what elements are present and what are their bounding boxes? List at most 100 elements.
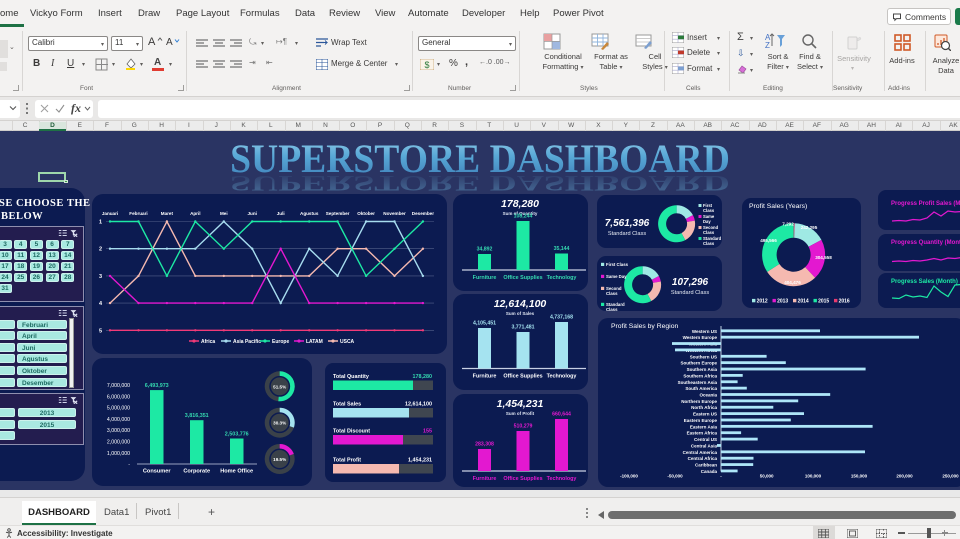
svg-text:2016: 2016 bbox=[839, 299, 850, 305]
svg-text:$: $ bbox=[424, 60, 429, 70]
svg-text:Western US: Western US bbox=[692, 329, 717, 334]
svg-text:Z: Z bbox=[765, 41, 770, 49]
svg-text:Southern Africa: Southern Africa bbox=[683, 373, 717, 378]
svg-text:51.5%: 51.5% bbox=[273, 384, 286, 389]
svg-text:Central Asia: Central Asia bbox=[691, 443, 718, 448]
svg-text:Technology: Technology bbox=[547, 476, 577, 482]
svg-text:2014: 2014 bbox=[798, 299, 809, 305]
svg-text:September: September bbox=[326, 211, 350, 216]
svg-text:4,737,168: 4,737,168 bbox=[550, 315, 573, 321]
svg-text:Total Quantity: Total Quantity bbox=[333, 374, 369, 380]
svg-text:3,771,481: 3,771,481 bbox=[511, 325, 534, 331]
svg-text:2012: 2012 bbox=[757, 299, 768, 305]
svg-text:510,279: 510,279 bbox=[514, 424, 533, 430]
svg-text:Home Office: Home Office bbox=[220, 469, 253, 475]
svg-text:Southeastern Asia: Southeastern Asia bbox=[678, 380, 718, 385]
svg-text:Europe: Europe bbox=[272, 339, 289, 345]
svg-text:7,561,396: 7,561,396 bbox=[605, 218, 650, 229]
svg-text:34,892: 34,892 bbox=[477, 247, 493, 253]
svg-text:2: 2 bbox=[99, 247, 102, 253]
svg-text:Juli: Juli bbox=[277, 211, 285, 216]
svg-text:Total Profit: Total Profit bbox=[333, 458, 361, 464]
svg-text:-: - bbox=[128, 462, 130, 468]
svg-text:2,000,000: 2,000,000 bbox=[107, 440, 130, 446]
svg-text:1: 1 bbox=[99, 220, 102, 226]
svg-text:6,000,000: 6,000,000 bbox=[107, 394, 130, 400]
svg-text:155: 155 bbox=[423, 429, 432, 435]
svg-text:-50,000: -50,000 bbox=[667, 474, 683, 479]
svg-text:242,295: 242,295 bbox=[801, 225, 818, 230]
svg-text:2015: 2015 bbox=[818, 299, 829, 305]
svg-text:107,296: 107,296 bbox=[672, 277, 709, 288]
svg-text:Desember: Desember bbox=[412, 211, 434, 216]
svg-text:404,476: 404,476 bbox=[784, 280, 801, 285]
svg-text:Eastern Europe: Eastern Europe bbox=[684, 418, 718, 423]
svg-text:Central US: Central US bbox=[694, 437, 717, 442]
svg-text:108,244: 108,244 bbox=[514, 214, 533, 220]
svg-text:1,454,231: 1,454,231 bbox=[497, 398, 544, 410]
svg-text:Juni: Juni bbox=[247, 211, 256, 216]
svg-text:1,454,231: 1,454,231 bbox=[408, 458, 432, 464]
svg-text:200,000: 200,000 bbox=[896, 474, 913, 479]
svg-text:South America: South America bbox=[685, 386, 717, 391]
svg-text:4,105,451: 4,105,451 bbox=[473, 321, 496, 327]
svg-text:Southern US: Southern US bbox=[690, 354, 717, 359]
svg-text:250,000: 250,000 bbox=[942, 474, 959, 479]
svg-text:Consumer: Consumer bbox=[143, 469, 171, 475]
svg-text:Progress Sales (Month): Progress Sales (Month) bbox=[891, 279, 958, 285]
svg-text:3,816,351: 3,816,351 bbox=[185, 413, 209, 419]
svg-text:Canada: Canada bbox=[701, 469, 718, 474]
svg-text:495,566: 495,566 bbox=[760, 238, 777, 243]
svg-text:Caribbean: Caribbean bbox=[695, 463, 717, 468]
svg-text:Furniture: Furniture bbox=[473, 275, 497, 281]
svg-text:Eastern US: Eastern US bbox=[693, 412, 717, 417]
svg-text:2013: 2013 bbox=[777, 299, 788, 305]
svg-text:19.5%: 19.5% bbox=[273, 457, 286, 462]
svg-text:First Class: First Class bbox=[606, 262, 629, 267]
svg-text:660,644: 660,644 bbox=[552, 412, 571, 418]
svg-text:Southern Asia: Southern Asia bbox=[687, 367, 718, 372]
svg-text:Class: Class bbox=[703, 241, 715, 246]
svg-text:Progress Quantity (Month): Progress Quantity (Month) bbox=[891, 240, 960, 246]
svg-text:Africa: Africa bbox=[201, 339, 215, 345]
svg-text:3: 3 bbox=[99, 274, 102, 280]
svg-text:50,000: 50,000 bbox=[760, 474, 774, 479]
svg-text:Class: Class bbox=[606, 291, 618, 296]
svg-text:Northern Europe: Northern Europe bbox=[681, 399, 717, 404]
svg-text:30.3%: 30.3% bbox=[273, 421, 286, 426]
svg-text:283,308: 283,308 bbox=[475, 442, 494, 448]
svg-text:Same Day: Same Day bbox=[606, 274, 627, 279]
svg-text:Februari: Februari bbox=[129, 211, 147, 216]
svg-text:Technology: Technology bbox=[547, 275, 577, 281]
svg-text:12,614,100: 12,614,100 bbox=[494, 298, 547, 310]
svg-text:Class: Class bbox=[606, 307, 618, 311]
svg-text:Office Supplies: Office Supplies bbox=[503, 476, 542, 482]
svg-text:1,000,000: 1,000,000 bbox=[107, 451, 130, 457]
svg-text:Oceania: Oceania bbox=[699, 393, 717, 398]
svg-text:Januari: Januari bbox=[102, 211, 118, 216]
svg-text:6,493,973: 6,493,973 bbox=[145, 383, 169, 389]
svg-text:5,000,000: 5,000,000 bbox=[107, 406, 130, 412]
svg-text:Total Sales: Total Sales bbox=[333, 402, 361, 408]
svg-text:Technology: Technology bbox=[547, 374, 577, 380]
svg-text:Profit Sales by Region: Profit Sales by Region bbox=[611, 323, 678, 330]
svg-text:-: - bbox=[720, 474, 722, 479]
svg-text:12,614,100: 12,614,100 bbox=[405, 402, 432, 408]
svg-text:Oktober: Oktober bbox=[357, 211, 375, 216]
svg-text:4,000,000: 4,000,000 bbox=[107, 417, 130, 423]
svg-text:Western Europe: Western Europe bbox=[683, 335, 718, 340]
svg-text:Maret: Maret bbox=[161, 211, 174, 216]
svg-text:178,280: 178,280 bbox=[413, 374, 433, 380]
svg-text:Progress Profit Sales (Month): Progress Profit Sales (Month) bbox=[891, 201, 960, 207]
svg-text:178,280: 178,280 bbox=[501, 198, 539, 210]
svg-text:November: November bbox=[383, 211, 406, 216]
svg-text:Day: Day bbox=[703, 219, 711, 224]
svg-text:Office Supplies: Office Supplies bbox=[503, 275, 542, 281]
svg-text:Sum of Profit: Sum of Profit bbox=[506, 411, 535, 416]
svg-text:Mei: Mei bbox=[220, 211, 228, 216]
svg-text:USCA: USCA bbox=[340, 339, 355, 345]
svg-text:Profit Sales (Years): Profit Sales (Years) bbox=[749, 203, 807, 210]
svg-text:-100,000: -100,000 bbox=[620, 474, 638, 479]
svg-text:35,144: 35,144 bbox=[554, 246, 570, 252]
svg-text:Sum of Sales: Sum of Sales bbox=[506, 311, 535, 316]
